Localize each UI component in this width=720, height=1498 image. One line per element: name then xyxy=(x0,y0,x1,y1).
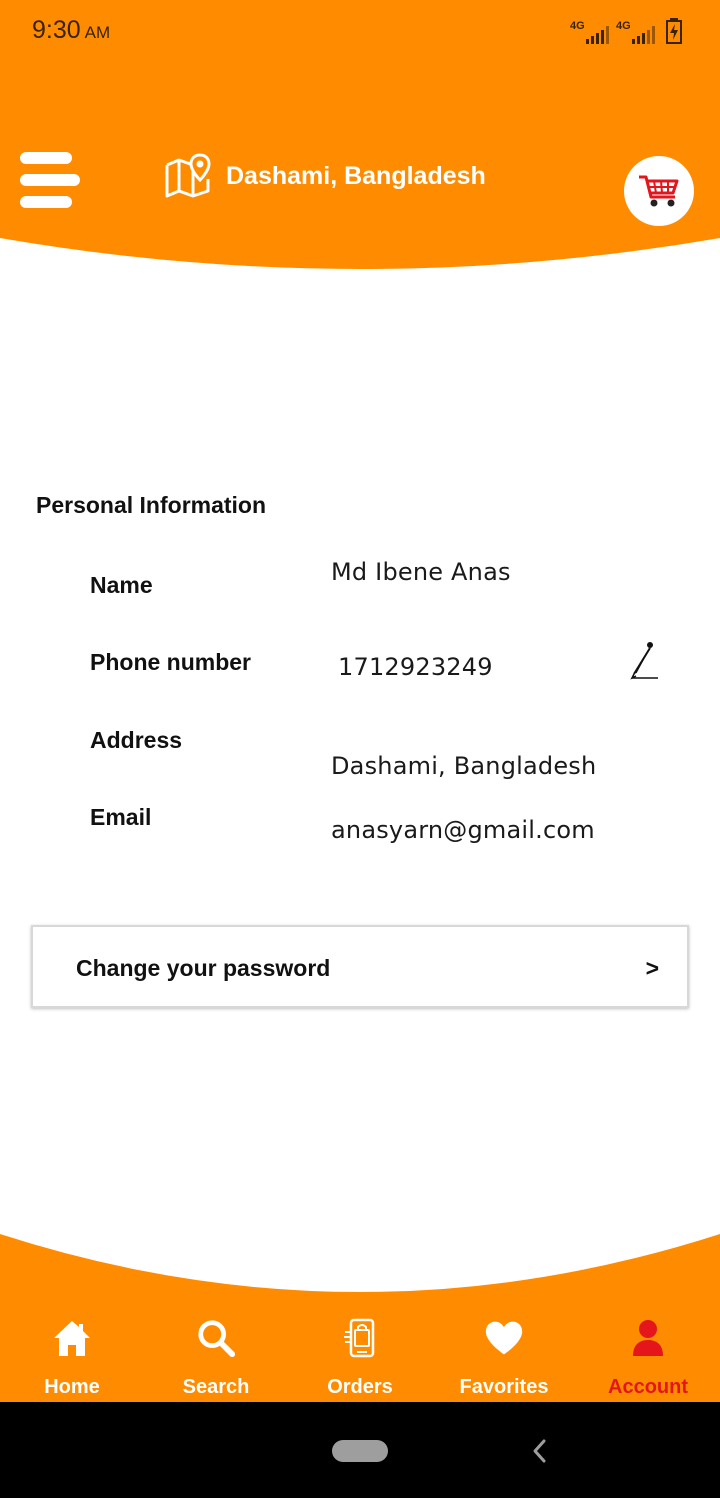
status-time: 9:30 AM xyxy=(32,16,110,45)
chevron-right-icon: > xyxy=(645,955,659,981)
menu-bar xyxy=(20,152,72,164)
name-label: Name xyxy=(90,572,153,598)
home-icon xyxy=(54,1321,90,1356)
nav-account[interactable]: Account xyxy=(588,1310,708,1400)
menu-button[interactable] xyxy=(20,152,80,208)
nav-favorites[interactable]: Favorites xyxy=(444,1310,564,1400)
nav-favorites-label: Favorites xyxy=(459,1376,549,1398)
section-title: Personal Information xyxy=(36,492,267,518)
nav-orders[interactable]: Orders xyxy=(300,1310,420,1400)
nav-account-label: Account xyxy=(608,1376,688,1398)
user-icon xyxy=(633,1320,663,1356)
system-back-icon[interactable] xyxy=(528,1436,552,1466)
nav-search-label: Search xyxy=(182,1376,250,1398)
status-bar: 9:30 AM 4G 4G xyxy=(0,0,720,62)
signal-icon: 4G xyxy=(616,20,656,44)
nav-home[interactable]: Home xyxy=(12,1310,132,1400)
name-value: Md Ibene Anas xyxy=(331,558,511,586)
status-ampm: AM xyxy=(84,23,111,42)
email-value: anasyarn@gmail.com xyxy=(331,816,595,844)
search-icon xyxy=(198,1320,236,1358)
phone-label: Phone number xyxy=(90,649,252,675)
orders-icon xyxy=(344,1318,375,1358)
address-value: Dashami, Bangladesh xyxy=(331,752,597,780)
location-label: Dashami, Bangladesh xyxy=(226,161,486,190)
shopping-cart-icon xyxy=(639,175,679,207)
app-header: 9:30 AM 4G 4G Dashami, Bangladesh xyxy=(0,0,720,272)
location-selector[interactable]: Dashami, Bangladesh xyxy=(164,152,486,200)
map-pin-icon xyxy=(165,153,211,198)
nav-home-label: Home xyxy=(44,1376,100,1398)
signal-icon: 4G xyxy=(570,20,610,44)
network-type-label: 4G xyxy=(616,20,631,32)
cart-button[interactable] xyxy=(624,156,694,226)
email-label: Email xyxy=(90,804,152,830)
nav-orders-label: Orders xyxy=(327,1376,393,1398)
change-password-label: Change your password xyxy=(76,955,331,981)
change-password-button[interactable]: Change your password > xyxy=(31,925,689,1008)
bottom-navigation: Home Search Orders Favorites Account xyxy=(0,1230,720,1402)
battery-icon xyxy=(666,18,682,44)
heart-icon xyxy=(485,1321,523,1355)
nav-search[interactable]: Search xyxy=(156,1310,276,1400)
pencil-edit-icon[interactable] xyxy=(628,640,662,680)
system-navigation-bar xyxy=(0,1402,720,1498)
address-label: Address xyxy=(90,727,183,753)
phone-value: 1712923249 xyxy=(338,653,493,681)
system-home-button[interactable] xyxy=(332,1440,388,1462)
status-icons: 4G 4G xyxy=(570,18,682,44)
menu-bar xyxy=(20,196,72,208)
status-clock: 9:30 xyxy=(32,16,81,44)
menu-bar xyxy=(20,174,80,186)
network-type-label: 4G xyxy=(570,20,585,32)
